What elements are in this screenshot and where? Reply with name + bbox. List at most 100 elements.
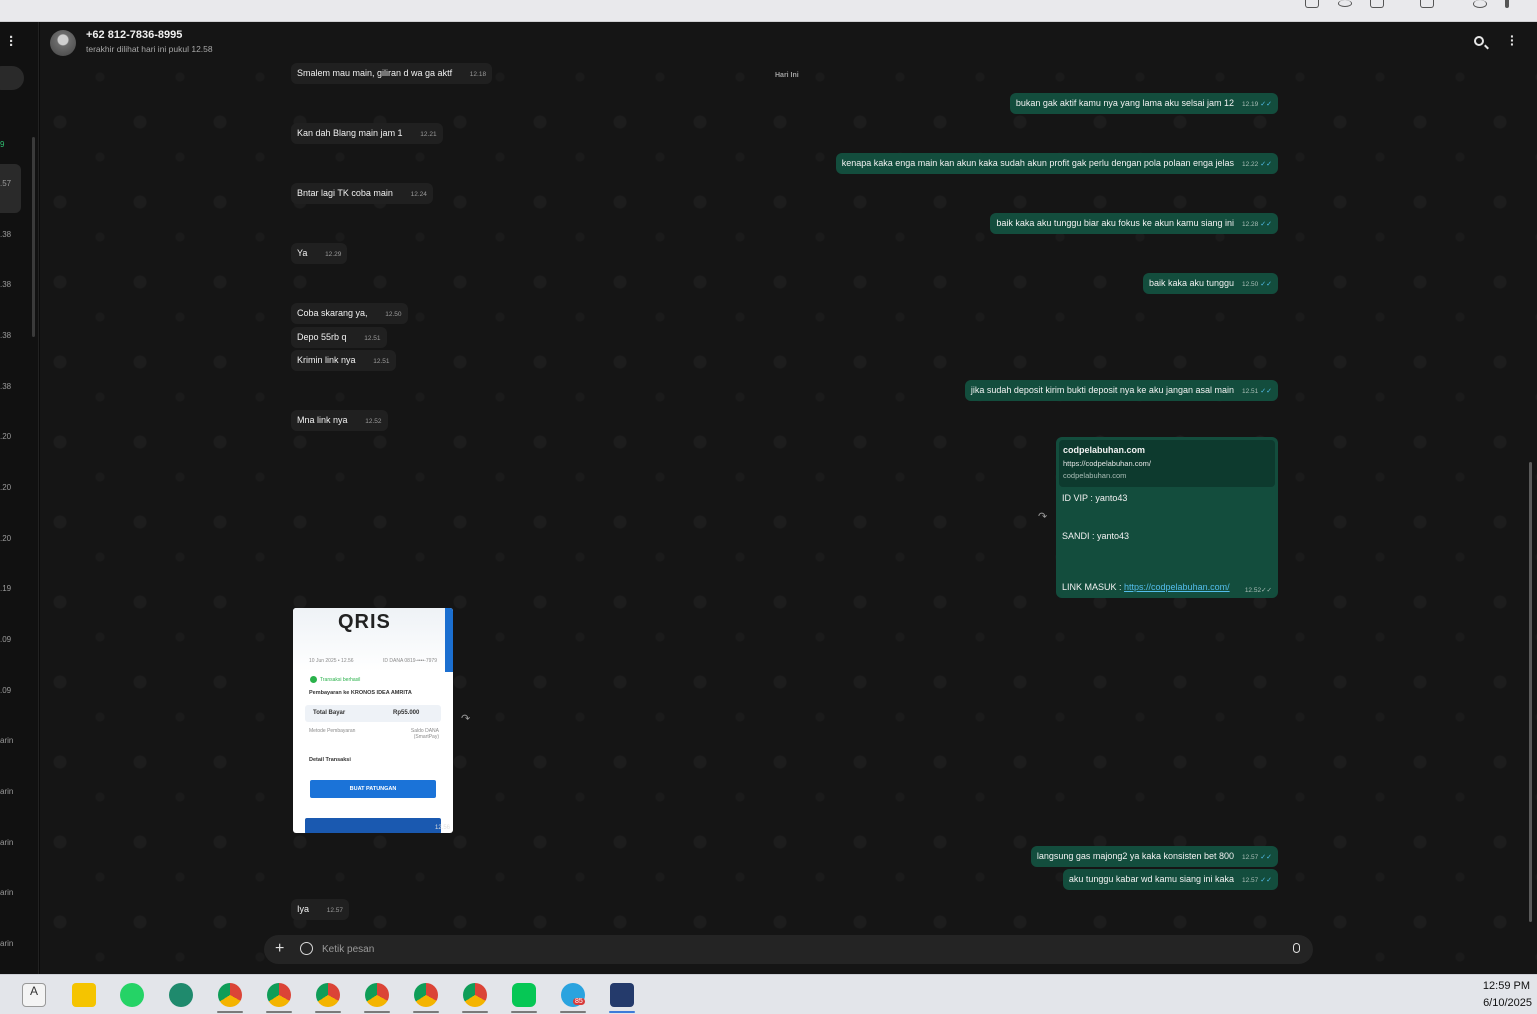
message-time: 12.56 [434,825,450,831]
message-incoming[interactable]: Mna link nya 12.52 [291,410,388,431]
read-receipt-icon: ✓✓ [1260,101,1272,108]
conversation-panel: +62 812-7836-8995 terakhir dilihat hari … [40,22,1537,974]
chat-list-sidebar: · · · 9 .57 .38 .38 .38 .38 .20 .20 .20 .1… [0,22,39,974]
message-incoming[interactable]: Depo 55rb q 12.51 [291,327,387,348]
link-site-title: codpelabuhan.com [1063,445,1146,455]
profile-icon[interactable] [1473,0,1487,8]
message-time: 12.52✓✓ [1244,587,1272,594]
sidebar-time: .20 [0,483,12,492]
read-receipt-icon: ✓✓ [1260,854,1272,861]
message-outgoing[interactable]: aku tunggu kabar wd kamu siang ini kaka 1… [1062,869,1278,890]
selected-chat-item[interactable] [0,164,21,213]
message-input[interactable] [322,939,1272,960]
active-indicator [315,1011,341,1013]
taskbar-clock-time[interactable]: 12:59 PM [1483,980,1530,992]
whatsapp-icon[interactable] [120,983,144,1007]
contact-last-seen: terakhir dilihat hari ini pukul 12.58 [86,44,213,54]
message-incoming[interactable]: Ya 12.29 [291,243,348,264]
chrome-icon[interactable] [414,983,438,1007]
sidebar-scrollbar[interactable] [32,137,35,337]
login-link-line: LINK MASUK : https://codpelabuhan.com/ [1062,582,1230,592]
search-icon[interactable] [1474,36,1484,46]
receipt-date: 10 Jun 2025 • 12.56 [309,658,354,664]
contact-name[interactable]: +62 812-7836-8995 [86,29,182,41]
sidebar-time: arin [0,736,14,745]
message-incoming[interactable]: Kan dah Blang main jam 1 12.21 [291,123,443,144]
contact-avatar[interactable] [50,30,76,56]
message-incoming[interactable]: Bntar lagi TK coba main 12.24 [291,183,433,204]
message-incoming[interactable]: Iya 12.57 [291,899,350,920]
link-domain: codpelabuhan.com [1063,471,1127,480]
active-indicator [462,1011,488,1013]
read-receipt-icon: ✓✓ [1260,877,1272,884]
message-outgoing[interactable]: jika sudah deposit kirim bukti deposit n… [964,380,1278,401]
forward-icon[interactable]: ↷ [1038,510,1047,523]
chrome-icon[interactable] [365,983,389,1007]
chat-menu-icon[interactable]: · · · [1510,29,1515,51]
extensions-icon[interactable] [1420,0,1434,8]
message-incoming[interactable]: Coba skarang ya, 12.50 [291,303,408,324]
sidebar-time: .38 [0,280,12,289]
credential-line: ID VIP : yanto43 [1062,493,1128,503]
message-outgoing[interactable]: baik kaka aku tunggu biar aku fokus ke a… [990,213,1278,234]
message-outgoing[interactable]: kenapa kaka enga main kan akun kaka suda… [835,153,1278,174]
message-outgoing[interactable]: baik kaka aku tunggu 12.50 ✓✓ [1142,273,1278,294]
sidebar-time: 9 [0,140,5,149]
app-window-icon[interactable] [610,983,634,1007]
sidebar-time: .38 [0,331,12,340]
browser-menu-icon[interactable] [1505,0,1509,8]
sidebar-time: arin [0,939,14,948]
sidebar-menu-icon[interactable]: · · · [9,30,14,53]
total-amount: Rp55.000 [393,710,420,716]
forward-icon[interactable]: ↷ [461,712,470,725]
link-preview-message[interactable]: codpelabuhan.com https://codpelabuhan.co… [1056,437,1278,598]
receipt-ref: ID DANA 0819-••••-7979 [383,658,437,664]
sidebar-time: arin [0,888,14,897]
message-incoming[interactable]: Krimin link nya 12.51 [291,350,396,371]
receipt-banner [305,818,441,833]
payment-receipt-image[interactable]: QRIS 10 Jun 2025 • 12.56 ID DANA 0819-••… [293,608,453,833]
active-indicator [217,1011,243,1013]
message-outgoing[interactable]: bukan gak aktif kamu nya yang lama aku s… [1009,93,1278,114]
active-indicator [413,1011,439,1013]
active-indicator [609,1011,635,1013]
message-outgoing[interactable]: langsung gas majong2 ya kaka konsisten b… [1030,846,1278,867]
keyboard-app-icon[interactable]: A [22,983,46,1007]
credential-line: SANDI : yanto43 [1062,531,1130,541]
read-receipt-icon: ✓✓ [1260,161,1272,168]
chat-scrollbar[interactable] [1529,462,1532,922]
sidebar-time: .38 [0,382,12,391]
attach-plus-icon[interactable]: + [275,940,284,958]
chat-header[interactable]: +62 812-7836-8995 terakhir dilihat hari … [40,22,1537,64]
sidebar-time: .20 [0,432,12,441]
receipt-payee: Pembayaran ke KRONOS IDEA AMRITA [309,690,412,696]
microphone-icon[interactable] [1293,943,1300,953]
sticker-emoji-icon[interactable] [300,942,313,955]
chrome-icon[interactable] [463,983,487,1007]
sidebar-time: .20 [0,534,12,543]
search-chats-pill[interactable] [0,66,24,90]
sidebar-time: .19 [0,584,12,593]
cast-icon[interactable] [1305,0,1319,8]
anydesk-like-icon[interactable] [169,983,193,1007]
chrome-icon[interactable] [218,983,242,1007]
success-check-icon [310,676,317,683]
windows-taskbar: A 85 12:59 PM 6/10/2025 [0,974,1537,1014]
receipt-side-accent [445,608,453,672]
zoom-icon[interactable] [1338,0,1352,7]
line-app-icon[interactable] [512,983,536,1007]
taskbar-clock-date[interactable]: 6/10/2025 [1483,997,1532,1009]
sticky-notes-icon[interactable] [72,983,96,1007]
active-indicator [560,1011,586,1013]
chrome-icon[interactable] [267,983,291,1007]
login-link[interactable]: https://codpelabuhan.com/ [1124,582,1230,592]
active-indicator [511,1011,537,1013]
message-incoming[interactable]: Smalem mau main, giliran d wa ga aktf 12.… [291,63,493,84]
bookmark-star-icon[interactable] [1370,0,1384,8]
chrome-icon[interactable] [316,983,340,1007]
total-label: Total Bayar [313,710,346,716]
qris-logo: QRIS [338,611,391,633]
patungan-button: BUAT PATUNGAN [310,780,436,798]
read-receipt-icon: ✓✓ [1260,221,1272,228]
sidebar-time: .38 [0,230,12,239]
